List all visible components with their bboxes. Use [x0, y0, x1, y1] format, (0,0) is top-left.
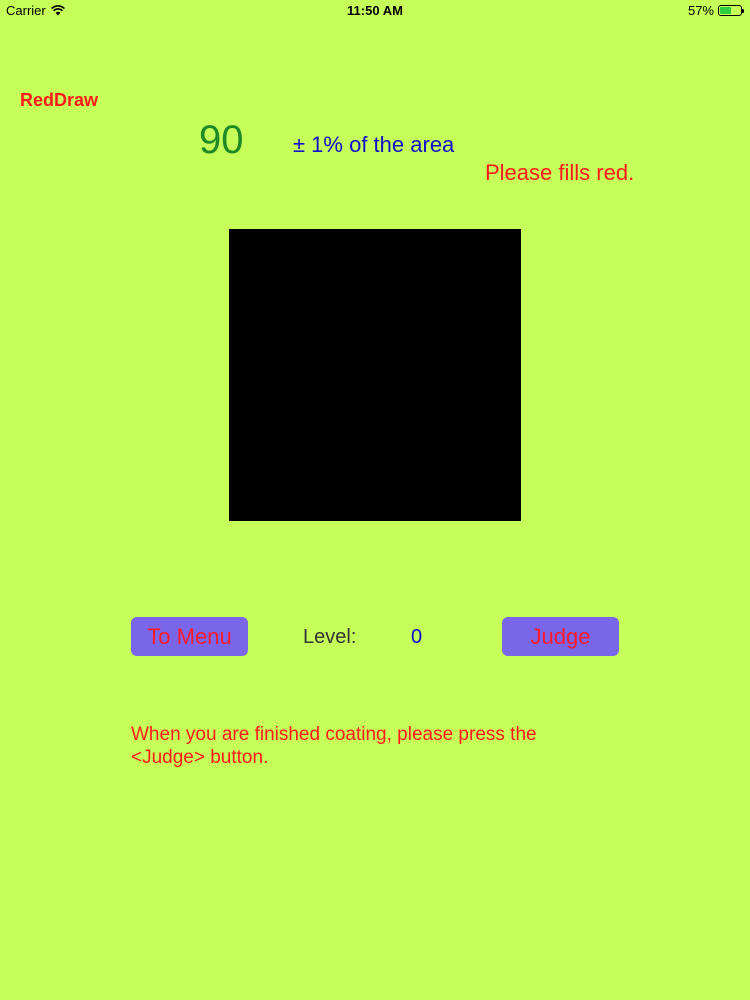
battery-icon	[718, 5, 744, 16]
hint-text: When you are finished coating, please pr…	[131, 723, 571, 769]
judge-button[interactable]: Judge	[502, 617, 619, 656]
level-label: Level:	[303, 626, 357, 648]
hint-line-2: <Judge> button.	[131, 747, 269, 768]
battery-percent: 57%	[687, 3, 714, 18]
status-right: 57%	[687, 3, 744, 18]
tolerance-text: ± 1% of the area	[293, 132, 455, 157]
target-percentage: 90	[199, 118, 244, 162]
hint-line-1: When you are finished coating, please pr…	[131, 724, 537, 745]
level-value: 0	[411, 626, 423, 648]
battery-level-fill	[720, 7, 732, 14]
status-bar: Carrier 11:50 AM 57%	[0, 0, 750, 22]
to-menu-button[interactable]: To Menu	[131, 617, 248, 656]
drawing-canvas[interactable]	[229, 229, 521, 521]
instruction-text: Please fills red.	[485, 160, 635, 185]
status-time: 11:50 AM	[347, 3, 403, 18]
app-title: RedDraw	[20, 90, 99, 110]
